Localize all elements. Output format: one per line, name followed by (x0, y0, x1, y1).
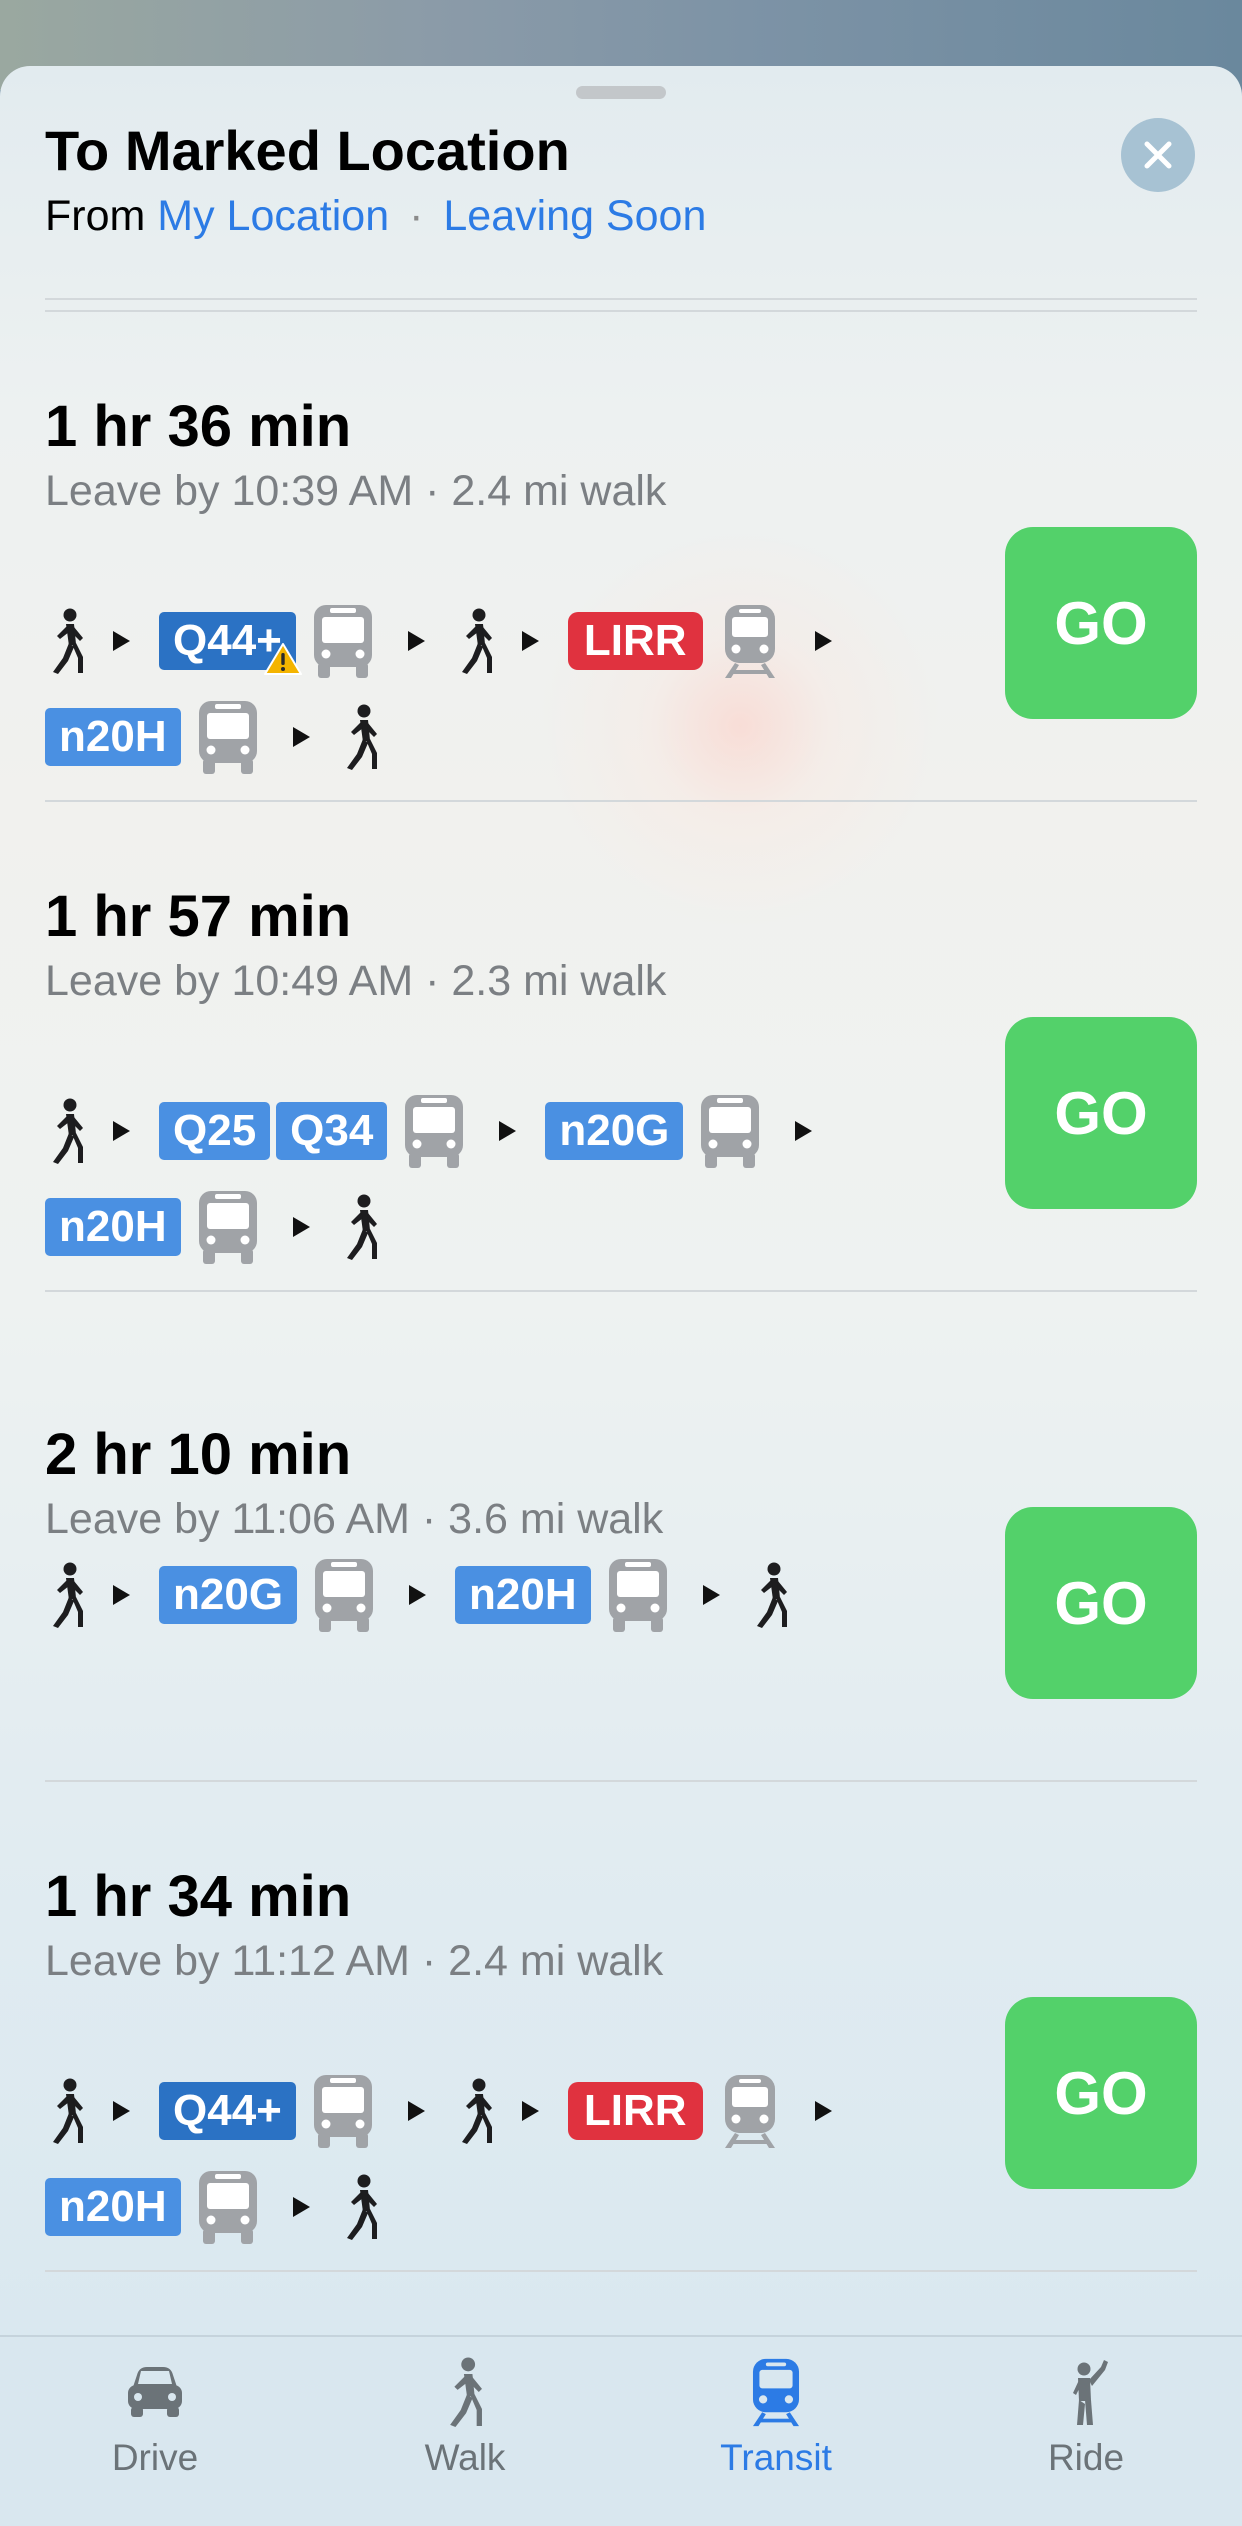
bus-line-badge: Q25 (159, 1102, 271, 1160)
bus-line-badge: n20H (455, 1566, 591, 1624)
route-steps-continued: n20H (45, 2167, 401, 2247)
from-label: From (45, 192, 146, 240)
bus-line-badge: Q44+ (159, 2082, 296, 2140)
next-arrow-icon (291, 726, 311, 748)
next-arrow-icon (111, 2100, 131, 2122)
sheet-title: To Marked Location (45, 119, 570, 182)
route-duration: 1 hr 57 min (45, 884, 352, 949)
rail-line-badge: LIRR (567, 2082, 703, 2140)
close-icon (1144, 141, 1172, 169)
route-divider (45, 1780, 1197, 1782)
walk-icon (454, 2078, 498, 2144)
route-leave-time: Leave by 10:39 AM · 2.4 mi walk (45, 467, 667, 515)
warning-icon (264, 642, 302, 676)
tab-transit[interactable]: Transit (676, 2357, 876, 2479)
bus-icon (310, 603, 376, 679)
tab-label: Ride (1047, 2437, 1125, 2478)
transport-mode-tabbar: Drive Walk Transit Ride (0, 2335, 1242, 2526)
bus-line-badge: n20G (159, 1566, 298, 1624)
walk-icon (45, 1562, 89, 1628)
go-button[interactable]: GO (1005, 1017, 1197, 1209)
tab-drive[interactable]: Drive (55, 2357, 255, 2479)
bus-icon (195, 699, 261, 775)
tab-walk[interactable]: Walk (365, 2357, 565, 2479)
tab-label: Transit (720, 2437, 832, 2478)
bus-icon (311, 1557, 377, 1633)
tab-label: Walk (424, 2437, 506, 2478)
next-arrow-icon (111, 1584, 131, 1606)
walk-icon (339, 2174, 383, 2240)
train-icon (717, 2073, 783, 2149)
bus-line-badge: Q34 (276, 1102, 388, 1160)
next-arrow-icon (701, 1584, 721, 1606)
next-arrow-icon (813, 2100, 833, 2122)
bus-icon (195, 1189, 261, 1265)
tab-ride[interactable]: Ride (986, 2357, 1186, 2479)
walk-icon (339, 1194, 383, 1260)
go-button[interactable]: GO (1005, 1997, 1197, 2189)
bus-line-badge: n20H (45, 708, 181, 766)
next-arrow-icon (291, 1216, 311, 1238)
go-button[interactable]: GO (1005, 527, 1197, 719)
route-leave-time: Leave by 11:12 AM · 2.4 mi walk (45, 1937, 664, 1985)
walk-icon (450, 2357, 482, 2427)
route-divider (45, 1290, 1197, 1292)
leaving-soon-link[interactable]: Leaving Soon (443, 192, 706, 240)
close-button[interactable] (1121, 118, 1195, 192)
bus-line-badge: n20H (45, 1198, 181, 1256)
next-arrow-icon (813, 630, 833, 652)
next-arrow-icon (407, 1584, 427, 1606)
bus-icon (195, 2169, 261, 2245)
route-divider (45, 2270, 1197, 2272)
bus-icon (697, 1093, 763, 1169)
route-steps: Q44+ LIRR (45, 2071, 861, 2151)
header-divider (45, 310, 1197, 312)
next-arrow-icon (111, 630, 131, 652)
route-duration: 2 hr 10 min (45, 1422, 352, 1487)
route-steps: n20G n20H (45, 1555, 811, 1635)
next-arrow-icon (111, 1120, 131, 1142)
route-subtitle: From My Location · Leaving Soon (45, 192, 706, 241)
route-steps: Q25 Q34 n20G (45, 1091, 841, 1171)
bus-icon (605, 1557, 671, 1633)
walk-icon (339, 704, 383, 770)
train-icon (717, 603, 783, 679)
next-arrow-icon (406, 2100, 426, 2122)
go-button[interactable]: GO (1005, 1507, 1197, 1699)
walk-icon (749, 1562, 793, 1628)
route-divider (45, 800, 1197, 802)
bus-line-badge: Q44+ (159, 612, 296, 670)
bus-line-badge: n20H (45, 2178, 181, 2236)
next-arrow-icon (291, 2196, 311, 2218)
route-steps-continued: n20H (45, 1187, 401, 1267)
hail-icon (1073, 2360, 1108, 2425)
sheet-grabber[interactable] (576, 86, 666, 99)
next-arrow-icon (406, 630, 426, 652)
next-arrow-icon (497, 1120, 517, 1142)
route-steps: Q44+ LIRR (45, 601, 861, 681)
header-divider (45, 298, 1197, 300)
walk-icon (454, 608, 498, 674)
origin-link[interactable]: My Location (157, 192, 389, 240)
route-steps-continued: n20H (45, 697, 401, 777)
next-arrow-icon (520, 2100, 540, 2122)
bus-icon (310, 2073, 376, 2149)
tab-label: Drive (111, 2437, 199, 2478)
walk-icon (45, 1098, 89, 1164)
route-duration: 1 hr 36 min (45, 394, 352, 459)
route-leave-time: Leave by 11:06 AM · 3.6 mi walk (45, 1495, 664, 1543)
subtitle-separator: · (409, 192, 424, 240)
rail-line-badge: LIRR (567, 612, 703, 670)
route-leave-time: Leave by 10:49 AM · 2.3 mi walk (45, 957, 667, 1005)
directions-sheet: To Marked Location From My Location · Le… (0, 66, 1242, 2526)
next-arrow-icon (793, 1120, 813, 1142)
walk-icon (45, 608, 89, 674)
route-duration: 1 hr 34 min (45, 1864, 352, 1929)
walk-icon (45, 2078, 89, 2144)
bus-icon (401, 1093, 467, 1169)
next-arrow-icon (520, 630, 540, 652)
bus-line-badge: n20G (545, 1102, 684, 1160)
train-icon (752, 2358, 800, 2427)
car-icon (128, 2367, 182, 2417)
